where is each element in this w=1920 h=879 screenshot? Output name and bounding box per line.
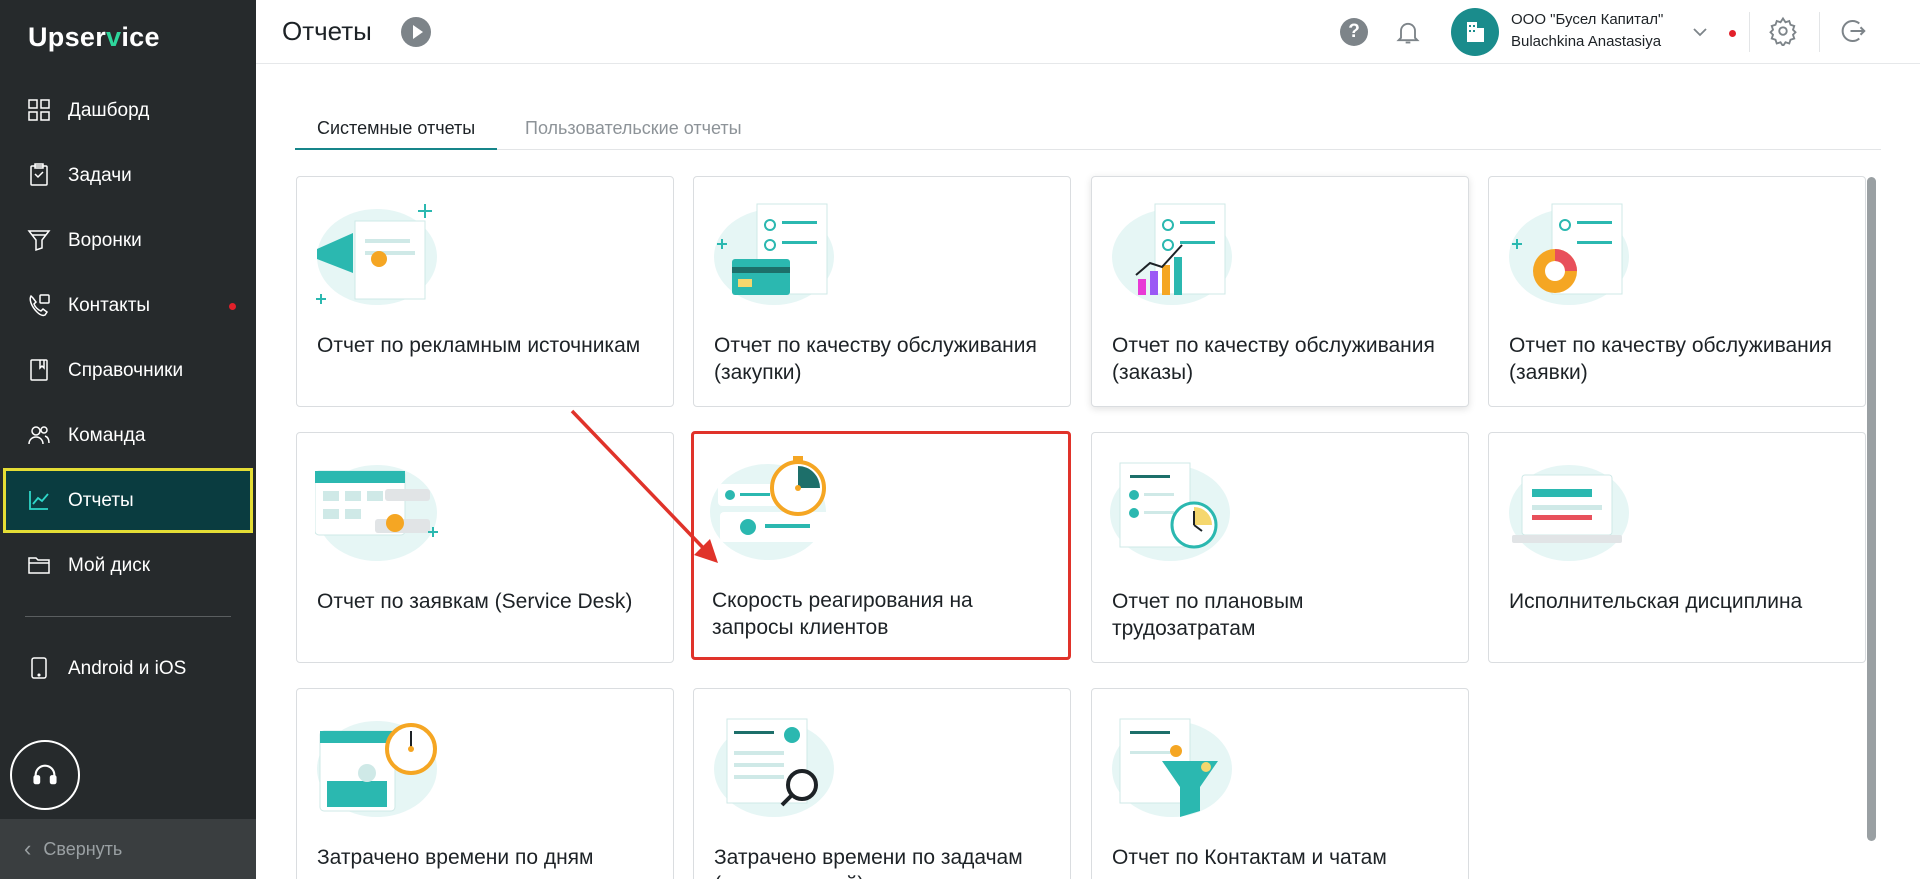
sidebar: Upservice Дашборд Задачи Воронки Контакт… xyxy=(0,0,256,879)
team-icon xyxy=(27,423,51,447)
report-card-contacts-chats[interactable]: Отчет по Контактам и чатам xyxy=(1091,688,1469,879)
report-card-title: Затрачено времени по дням xyxy=(317,846,594,869)
collapse-label: Свернуть xyxy=(43,838,123,859)
sidebar-item-android-ios[interactable]: Android и iOS xyxy=(0,636,256,701)
vertical-scrollbar[interactable] xyxy=(1867,177,1876,841)
checklist-clock-illustration xyxy=(1110,455,1240,565)
annotation-arrow xyxy=(570,409,718,563)
bar-chart-illustration xyxy=(1110,199,1240,309)
report-card-discipline[interactable]: Исполнительская дисциплина xyxy=(1488,432,1866,663)
sidebar-divider xyxy=(25,616,231,617)
sidebar-item-label: Воронки xyxy=(68,229,142,251)
calendar-illustration xyxy=(315,455,445,565)
sidebar-item-label: Задачи xyxy=(68,164,132,186)
report-card-service-quality-purchases[interactable]: Отчет по качеству обслуживания (закупки) xyxy=(693,176,1071,407)
sidebar-item-my-disk[interactable]: Мой диск xyxy=(0,533,256,598)
collapse-button[interactable]: ‹ Свернуть xyxy=(0,819,256,879)
tab-user-reports[interactable]: Пользовательские отчеты xyxy=(503,108,764,150)
sidebar-nav: Дашборд Задачи Воронки Контакты Справочн… xyxy=(0,78,256,598)
headset-icon xyxy=(31,761,59,789)
pie-chart-illustration xyxy=(1507,199,1637,309)
header-divider xyxy=(1749,12,1750,52)
support-button[interactable] xyxy=(10,740,80,810)
report-card-title: Отчет по качеству обслуживания (закупки) xyxy=(714,334,1037,384)
play-video-button[interactable] xyxy=(401,17,431,47)
tasks-icon xyxy=(27,163,51,187)
organization-name: ООО "Бусел Капитал" xyxy=(1511,11,1664,28)
chevron-down-icon[interactable] xyxy=(1690,22,1710,42)
report-card-title: Исполнительская дисциплина xyxy=(1509,590,1803,613)
report-card-title: Отчет по плановым трудозатратам xyxy=(1112,590,1304,640)
sidebar-item-label: Команда xyxy=(68,424,146,446)
header-divider xyxy=(1819,12,1820,52)
report-card-title: Отчет по Контактам и чатам xyxy=(1112,846,1387,869)
sidebar-item-tasks[interactable]: Задачи xyxy=(0,143,256,208)
sidebar-item-label: Контакты xyxy=(68,294,151,316)
sidebar-item-team[interactable]: Команда xyxy=(0,403,256,468)
book-icon xyxy=(27,358,51,382)
folder-icon xyxy=(27,553,51,577)
report-card-service-quality-requests[interactable]: Отчет по качеству обслуживания (заявки) xyxy=(1488,176,1866,407)
sidebar-item-label: Дашборд xyxy=(68,99,150,121)
laptop-illustration xyxy=(1507,455,1637,565)
organization-avatar[interactable] xyxy=(1451,8,1499,56)
app-logo[interactable]: Upservice xyxy=(28,22,160,53)
page-title: Отчеты xyxy=(282,16,372,46)
gear-icon[interactable] xyxy=(1768,16,1798,46)
notification-dot xyxy=(1729,30,1736,37)
credit-card-illustration xyxy=(712,199,842,309)
report-card-title: Отчет по качеству обслуживания (заявки) xyxy=(1509,334,1832,384)
bell-icon[interactable] xyxy=(1394,18,1422,46)
sidebar-item-label: Отчеты xyxy=(68,489,134,511)
calendar-clock-illustration xyxy=(315,711,445,821)
funnel-illustration xyxy=(1110,711,1240,821)
sidebar-item-dashboard[interactable]: Дашборд xyxy=(0,78,256,143)
report-card-service-quality-orders[interactable]: Отчет по качеству обслуживания (заказы) xyxy=(1091,176,1469,407)
sidebar-item-label: Мой диск xyxy=(68,554,151,576)
organization-info[interactable]: ООО "Бусел Капитал" Bulachkina Anastasiy… xyxy=(1511,9,1663,53)
logout-icon[interactable] xyxy=(1838,16,1868,46)
sidebar-item-funnels[interactable]: Воронки xyxy=(0,208,256,273)
report-card-title: Затрачено времени по задачам (исполнител… xyxy=(714,846,1023,879)
chart-icon xyxy=(27,488,51,512)
report-card-title: Отчет по рекламным источникам xyxy=(317,334,641,357)
sidebar-item-reports[interactable]: Отчеты xyxy=(3,468,253,533)
report-card-planned-labor[interactable]: Отчет по плановым трудозатратам xyxy=(1091,432,1469,663)
tablet-icon xyxy=(27,656,51,680)
report-card-ad-sources[interactable]: Отчет по рекламным источникам xyxy=(296,176,674,407)
report-card-response-speed[interactable]: Скорость реагирования на запросы клиенто… xyxy=(691,431,1071,660)
help-icon[interactable]: ? xyxy=(1340,18,1368,46)
funnel-icon xyxy=(27,228,51,252)
search-list-illustration xyxy=(712,711,842,821)
tab-system-reports[interactable]: Системные отчеты xyxy=(295,108,498,150)
report-card-time-by-task[interactable]: Затрачено времени по задачам (исполнител… xyxy=(693,688,1071,879)
chevron-left-icon: ‹ xyxy=(24,836,32,861)
sidebar-item-references[interactable]: Справочники xyxy=(0,338,256,403)
user-name: Bulachkina Anastasiya xyxy=(1511,33,1662,50)
report-tabs: Системные отчеты Пользовательские отчеты xyxy=(295,108,1881,150)
notification-dot xyxy=(229,303,236,310)
megaphone-illustration xyxy=(315,199,445,309)
sidebar-item-label: Android и iOS xyxy=(68,657,187,679)
report-card-title: Скорость реагирования на запросы клиенто… xyxy=(712,589,973,639)
report-card-title: Отчет по качеству обслуживания (заказы) xyxy=(1112,334,1435,384)
report-card-time-by-day[interactable]: Затрачено времени по дням xyxy=(296,688,674,879)
sidebar-item-label: Справочники xyxy=(68,359,184,381)
sidebar-item-contacts[interactable]: Контакты xyxy=(0,273,256,338)
contacts-icon xyxy=(27,293,51,317)
top-header: Отчеты ? ООО "Бусел Капитал" Bulachkina … xyxy=(256,0,1920,64)
report-card-title: Отчет по заявкам (Service Desk) xyxy=(317,590,633,613)
grid-icon xyxy=(27,98,51,122)
